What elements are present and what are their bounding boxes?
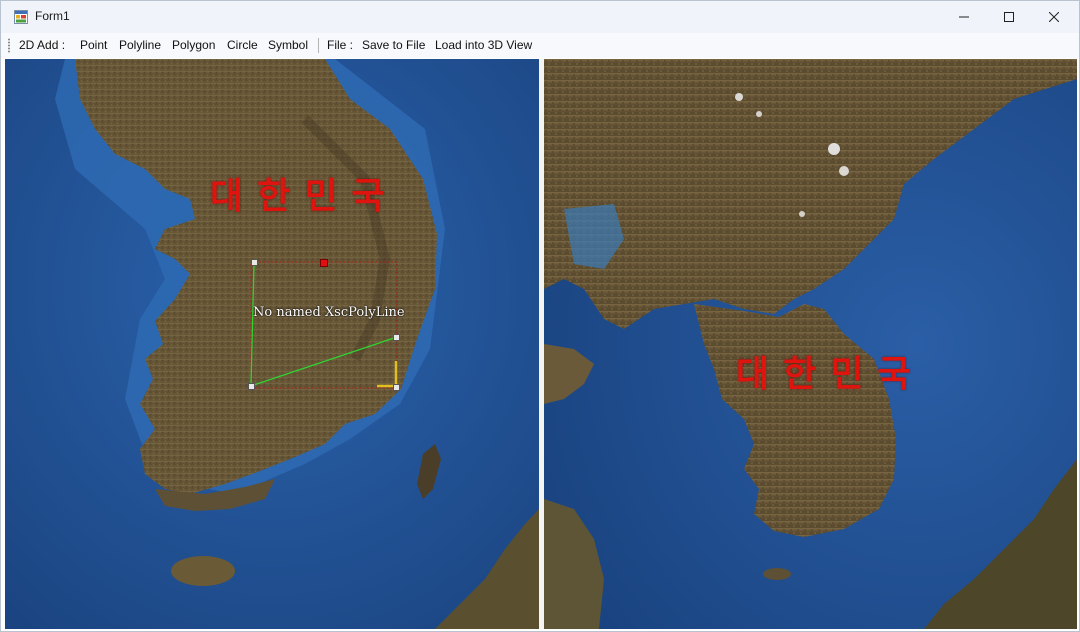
map-2d-view[interactable]: 대한민국 No named XscPolyLine [5,59,539,629]
satellite-map-2d [5,59,539,629]
minimize-button[interactable] [941,1,987,33]
title-bar[interactable]: Form1 [1,1,1079,33]
close-icon [1049,12,1059,22]
vertex-handle[interactable] [393,384,400,391]
vertex-handle[interactable] [393,334,400,341]
maximize-icon [1004,12,1014,22]
vertex-handle[interactable] [248,383,255,390]
maximize-button[interactable] [986,1,1032,33]
rotate-handle[interactable] [320,259,328,267]
polyline-name-label: No named XscPolyLine [253,305,405,320]
map-3d-view[interactable]: 대한민국 [544,59,1077,629]
symbol-button[interactable]: Symbol [268,38,308,53]
toolbar: 2D Add : Point Polyline Polygon Circle S… [1,33,1079,58]
close-button[interactable] [1031,1,1077,33]
point-button[interactable]: Point [80,38,107,53]
polyline-button[interactable]: Polyline [119,38,161,53]
country-label-2d: 대한민국 [210,176,399,217]
vertex-handle[interactable] [251,259,258,266]
toolbar-separator [318,38,319,53]
app-window: Form1 2D Add : Point Polyline Polygon Ci… [0,0,1080,632]
save-to-file-button[interactable]: Save to File [362,38,425,53]
load-into-3d-view-button[interactable]: Load into 3D View [435,38,532,53]
circle-button[interactable]: Circle [227,38,258,53]
app-icon [14,10,28,24]
minimize-icon [959,16,969,18]
country-label-3d: 대한민국 [736,354,925,395]
toolbar-grip[interactable] [8,38,10,53]
satellite-map-3d [544,59,1077,629]
file-label: File : [327,38,354,52]
add-2d-label: 2D Add : [19,38,66,52]
polygon-button[interactable]: Polygon [172,38,215,53]
window-title: Form1 [35,9,70,23]
